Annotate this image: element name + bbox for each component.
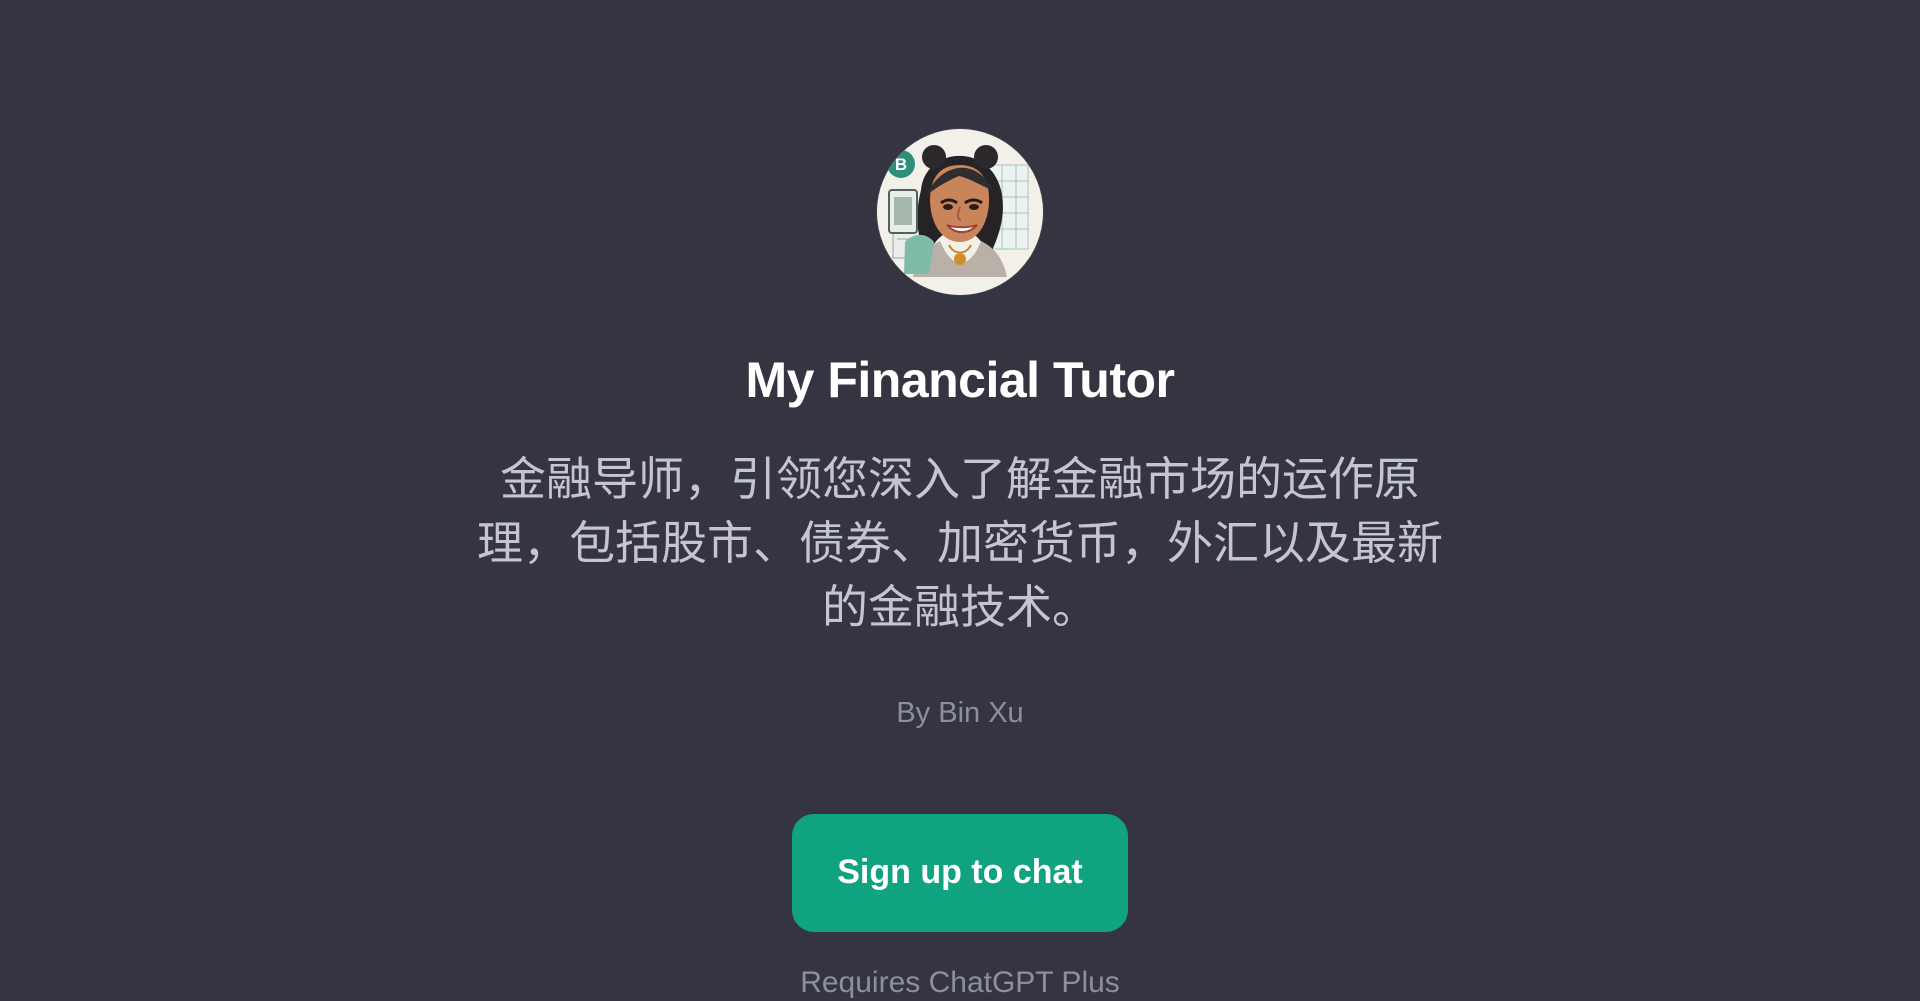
profile-card: B My Financial Tutor 金融导师，引领您深入了解金融市场的运作… [0, 0, 1920, 1001]
gpt-profile-page: B My Financial Tutor 金融导师，引领您深入了解金融市场的运作… [0, 0, 1920, 1001]
svg-text:B: B [895, 155, 907, 174]
financial-tutor-avatar-icon: B [877, 129, 1043, 295]
gpt-description: 金融导师，引领您深入了解金融市场的运作原理，包括股市、债券、加密货币，外汇以及最… [477, 451, 1443, 634]
author-label: By Bin Xu [896, 696, 1024, 729]
bitcoin-coin-icon: B [887, 150, 915, 178]
gpt-title: My Financial Tutor [745, 352, 1176, 408]
plus-requirement-label: Requires ChatGPT Plus [800, 965, 1120, 999]
sign-up-to-chat-button[interactable]: Sign up to chat [792, 813, 1128, 932]
